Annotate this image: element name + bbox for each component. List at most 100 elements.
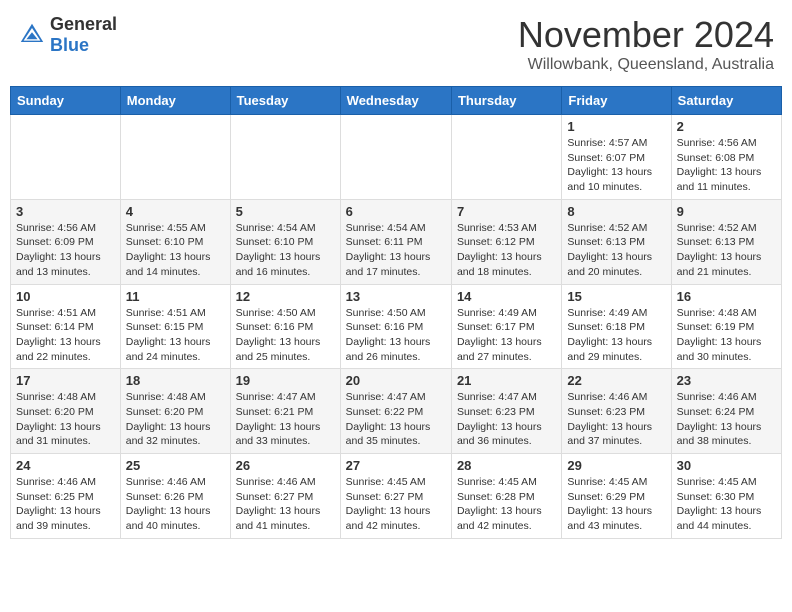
day-info: Sunrise: 4:53 AMSunset: 6:12 PMDaylight:… [457, 221, 556, 280]
day-number: 7 [457, 204, 556, 219]
day-info: Sunrise: 4:47 AMSunset: 6:23 PMDaylight:… [457, 390, 556, 449]
calendar-cell [120, 115, 230, 200]
day-info: Sunrise: 4:46 AMSunset: 6:25 PMDaylight:… [16, 475, 115, 534]
day-info: Sunrise: 4:49 AMSunset: 6:18 PMDaylight:… [567, 306, 665, 365]
calendar-cell: 9 Sunrise: 4:52 AMSunset: 6:13 PMDaylight… [671, 199, 781, 284]
day-number: 18 [126, 373, 225, 388]
day-info: Sunrise: 4:52 AMSunset: 6:13 PMDaylight:… [567, 221, 665, 280]
day-number: 9 [677, 204, 776, 219]
day-info: Sunrise: 4:49 AMSunset: 6:17 PMDaylight:… [457, 306, 556, 365]
calendar-cell: 10 Sunrise: 4:51 AMSunset: 6:14 PMDayligh… [11, 284, 121, 369]
day-number: 14 [457, 289, 556, 304]
day-info: Sunrise: 4:46 AMSunset: 6:24 PMDaylight:… [677, 390, 776, 449]
column-header-saturday: Saturday [671, 87, 781, 115]
day-number: 23 [677, 373, 776, 388]
calendar-cell: 16 Sunrise: 4:48 AMSunset: 6:19 PMDayligh… [671, 284, 781, 369]
calendar-cell: 4 Sunrise: 4:55 AMSunset: 6:10 PMDaylight… [120, 199, 230, 284]
column-header-monday: Monday [120, 87, 230, 115]
calendar-week-row: 10 Sunrise: 4:51 AMSunset: 6:14 PMDayligh… [11, 284, 782, 369]
calendar-cell: 21 Sunrise: 4:47 AMSunset: 6:23 PMDayligh… [451, 369, 561, 454]
column-header-sunday: Sunday [11, 87, 121, 115]
day-info: Sunrise: 4:45 AMSunset: 6:28 PMDaylight:… [457, 475, 556, 534]
calendar-cell: 12Sunrise: 4:50 AMSunset: 6:16 PMDayligh… [230, 284, 340, 369]
day-number: 3 [16, 204, 115, 219]
day-info: Sunrise: 4:47 AMSunset: 6:22 PMDaylight:… [346, 390, 446, 449]
calendar-cell: 3 Sunrise: 4:56 AMSunset: 6:09 PMDaylight… [11, 199, 121, 284]
day-number: 20 [346, 373, 446, 388]
title-block: November 2024 Willowbank, Queensland, Au… [518, 14, 774, 74]
day-number: 17 [16, 373, 115, 388]
calendar-cell: 19 Sunrise: 4:47 AMSunset: 6:21 PMDayligh… [230, 369, 340, 454]
month-title: November 2024 [518, 14, 774, 56]
day-number: 19 [236, 373, 335, 388]
day-number: 4 [126, 204, 225, 219]
day-number: 25 [126, 458, 225, 473]
calendar-cell: 17 Sunrise: 4:48 AMSunset: 6:20 PMDayligh… [11, 369, 121, 454]
calendar-cell: 1 Sunrise: 4:57 AMSunset: 6:07 PMDaylight… [562, 115, 671, 200]
day-info: Sunrise: 4:48 AMSunset: 6:20 PMDaylight:… [126, 390, 225, 449]
calendar-cell: 11Sunrise: 4:51 AMSunset: 6:15 PMDayligh… [120, 284, 230, 369]
day-info: Sunrise: 4:45 AMSunset: 6:30 PMDaylight:… [677, 475, 776, 534]
day-info: Sunrise: 4:52 AMSunset: 6:13 PMDaylight:… [677, 221, 776, 280]
day-info: Sunrise: 4:55 AMSunset: 6:10 PMDaylight:… [126, 221, 225, 280]
logo-blue: Blue [50, 35, 89, 55]
day-info: Sunrise: 4:54 AMSunset: 6:11 PMDaylight:… [346, 221, 446, 280]
calendar-cell: 29Sunrise: 4:45 AMSunset: 6:29 PMDayligh… [562, 454, 671, 539]
column-header-thursday: Thursday [451, 87, 561, 115]
calendar-cell: 18 Sunrise: 4:48 AMSunset: 6:20 PMDayligh… [120, 369, 230, 454]
day-number: 27 [346, 458, 446, 473]
day-number: 2 [677, 119, 776, 134]
calendar-cell [451, 115, 561, 200]
day-info: Sunrise: 4:56 AMSunset: 6:08 PMDaylight:… [677, 136, 776, 195]
day-number: 30 [677, 458, 776, 473]
day-number: 28 [457, 458, 556, 473]
day-number: 24 [16, 458, 115, 473]
day-info: Sunrise: 4:47 AMSunset: 6:21 PMDaylight:… [236, 390, 335, 449]
day-number: 12 [236, 289, 335, 304]
logo-icon [18, 21, 46, 49]
day-number: 22 [567, 373, 665, 388]
calendar-cell: 23 Sunrise: 4:46 AMSunset: 6:24 PMDayligh… [671, 369, 781, 454]
day-info: Sunrise: 4:51 AMSunset: 6:14 PMDaylight:… [16, 306, 115, 365]
day-number: 10 [16, 289, 115, 304]
calendar-cell: 7 Sunrise: 4:53 AMSunset: 6:12 PMDaylight… [451, 199, 561, 284]
day-info: Sunrise: 4:54 AMSunset: 6:10 PMDaylight:… [236, 221, 335, 280]
calendar-cell: 13 Sunrise: 4:50 AMSunset: 6:16 PMDayligh… [340, 284, 451, 369]
calendar-cell [11, 115, 121, 200]
calendar-cell: 20 Sunrise: 4:47 AMSunset: 6:22 PMDayligh… [340, 369, 451, 454]
calendar-week-row: 17 Sunrise: 4:48 AMSunset: 6:20 PMDayligh… [11, 369, 782, 454]
day-number: 29 [567, 458, 665, 473]
calendar-cell: 24 Sunrise: 4:46 AMSunset: 6:25 PMDayligh… [11, 454, 121, 539]
calendar-cell [340, 115, 451, 200]
calendar-cell: 5 Sunrise: 4:54 AMSunset: 6:10 PMDaylight… [230, 199, 340, 284]
day-info: Sunrise: 4:46 AMSunset: 6:27 PMDaylight:… [236, 475, 335, 534]
day-info: Sunrise: 4:46 AMSunset: 6:23 PMDaylight:… [567, 390, 665, 449]
calendar-cell: 8Sunrise: 4:52 AMSunset: 6:13 PMDaylight… [562, 199, 671, 284]
calendar-cell: 26 Sunrise: 4:46 AMSunset: 6:27 PMDayligh… [230, 454, 340, 539]
day-number: 21 [457, 373, 556, 388]
calendar-table: SundayMondayTuesdayWednesdayThursdayFrid… [10, 86, 782, 539]
calendar-cell: 22 Sunrise: 4:46 AMSunset: 6:23 PMDayligh… [562, 369, 671, 454]
day-number: 13 [346, 289, 446, 304]
calendar-cell: 6 Sunrise: 4:54 AMSunset: 6:11 PMDaylight… [340, 199, 451, 284]
calendar-cell: 25Sunrise: 4:46 AMSunset: 6:26 PMDayligh… [120, 454, 230, 539]
calendar-header-row: SundayMondayTuesdayWednesdayThursdayFrid… [11, 87, 782, 115]
calendar-cell: 15Sunrise: 4:49 AMSunset: 6:18 PMDayligh… [562, 284, 671, 369]
calendar-cell: 30 Sunrise: 4:45 AMSunset: 6:30 PMDayligh… [671, 454, 781, 539]
location: Willowbank, Queensland, Australia [518, 56, 774, 74]
day-info: Sunrise: 4:56 AMSunset: 6:09 PMDaylight:… [16, 221, 115, 280]
day-number: 26 [236, 458, 335, 473]
calendar-cell: 28 Sunrise: 4:45 AMSunset: 6:28 PMDayligh… [451, 454, 561, 539]
calendar-cell [230, 115, 340, 200]
day-info: Sunrise: 4:50 AMSunset: 6:16 PMDaylight:… [346, 306, 446, 365]
day-info: Sunrise: 4:48 AMSunset: 6:20 PMDaylight:… [16, 390, 115, 449]
logo-general: General [50, 14, 117, 34]
calendar-week-row: 24 Sunrise: 4:46 AMSunset: 6:25 PMDayligh… [11, 454, 782, 539]
calendar-cell: 2 Sunrise: 4:56 AMSunset: 6:08 PMDaylight… [671, 115, 781, 200]
day-number: 16 [677, 289, 776, 304]
day-number: 5 [236, 204, 335, 219]
day-number: 6 [346, 204, 446, 219]
day-number: 1 [567, 119, 665, 134]
day-info: Sunrise: 4:57 AMSunset: 6:07 PMDaylight:… [567, 136, 665, 195]
day-info: Sunrise: 4:48 AMSunset: 6:19 PMDaylight:… [677, 306, 776, 365]
